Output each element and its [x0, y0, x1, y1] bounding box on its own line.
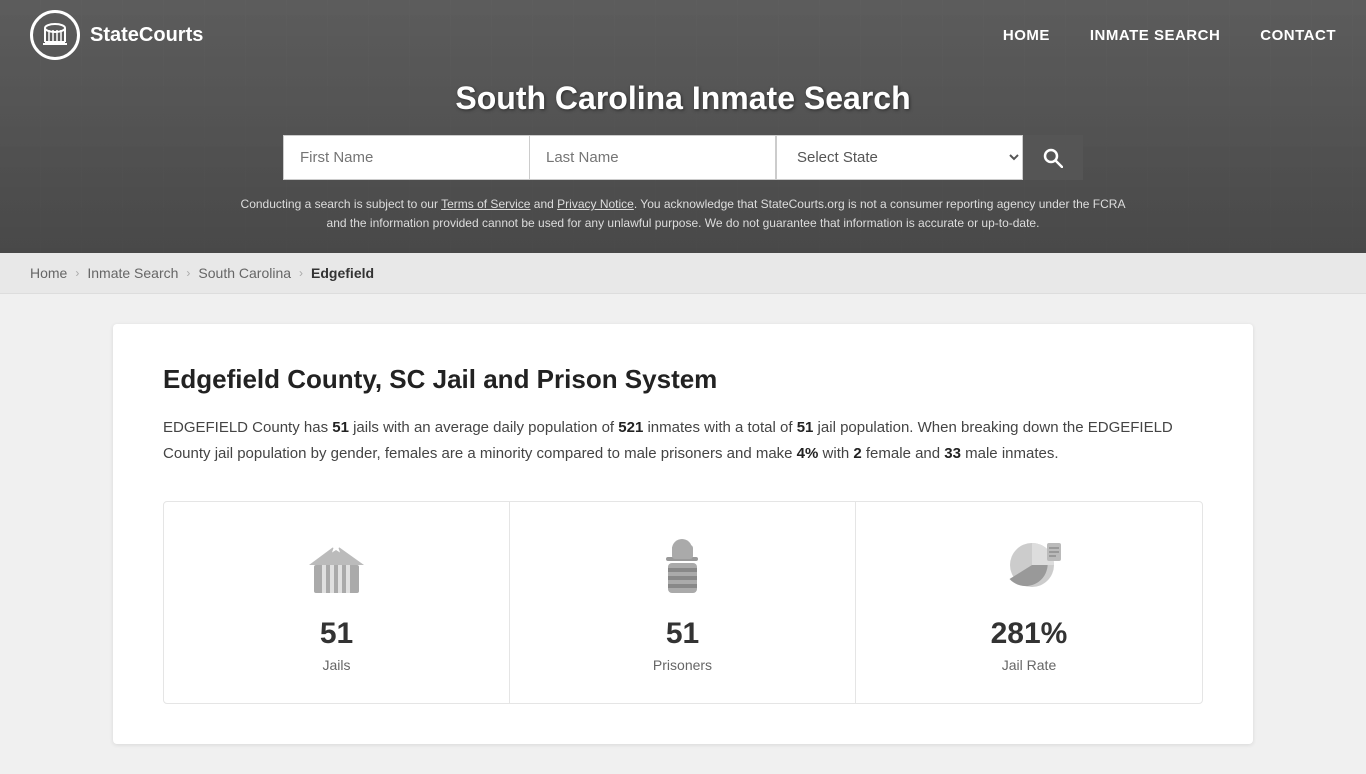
breadcrumb-home[interactable]: Home — [30, 265, 67, 281]
breadcrumb-south-carolina[interactable]: South Carolina — [198, 265, 291, 281]
disclaimer-text: Conducting a search is subject to our Te… — [233, 195, 1133, 233]
logo-text: StateCourts — [90, 24, 203, 47]
header: StateCourts HOME INMATE SEARCH CONTACT S… — [0, 0, 1366, 253]
logo-icon — [30, 10, 80, 60]
stat-jail-rate: 281% Jail Rate — [856, 502, 1202, 703]
main-content: Edgefield County, SC Jail and Prison Sys… — [83, 324, 1283, 744]
terms-link[interactable]: Terms of Service — [441, 197, 530, 211]
stat-jails-label: Jails — [322, 657, 350, 673]
breadcrumb-sep-1: › — [75, 266, 79, 280]
stat-jails-number: 51 — [320, 617, 353, 651]
stat-jail-rate-label: Jail Rate — [1002, 657, 1056, 673]
stat-prisoners: 51 Prisoners — [510, 502, 856, 703]
search-button[interactable] — [1023, 135, 1083, 180]
nav-inmate-search[interactable]: INMATE SEARCH — [1090, 27, 1220, 44]
stat-jail-rate-number: 281% — [991, 617, 1068, 651]
breadcrumb-sep-2: › — [186, 266, 190, 280]
chart-icon — [994, 532, 1064, 602]
card-title: Edgefield County, SC Jail and Prison Sys… — [163, 364, 1203, 395]
stat-prisoners-label: Prisoners — [653, 657, 712, 673]
navigation: StateCourts HOME INMATE SEARCH CONTACT — [0, 0, 1366, 70]
jail-icon — [302, 532, 372, 602]
nav-links: HOME INMATE SEARCH CONTACT — [1003, 27, 1336, 44]
nav-home[interactable]: HOME — [1003, 27, 1050, 44]
info-card: Edgefield County, SC Jail and Prison Sys… — [113, 324, 1253, 744]
stat-jails: 51 Jails — [164, 502, 510, 703]
stats-grid: 51 Jails — [163, 501, 1203, 704]
search-bar: Select State Alabama Alaska Arizona Arka… — [283, 135, 1083, 180]
breadcrumb-current: Edgefield — [311, 265, 374, 281]
card-description: EDGEFIELD County has 51 jails with an av… — [163, 415, 1203, 466]
nav-contact[interactable]: CONTACT — [1260, 27, 1336, 44]
state-select[interactable]: Select State Alabama Alaska Arizona Arka… — [776, 135, 1023, 180]
breadcrumb-sep-3: › — [299, 266, 303, 280]
privacy-link[interactable]: Privacy Notice — [557, 197, 634, 211]
stat-prisoners-number: 51 — [666, 617, 699, 651]
logo[interactable]: StateCourts — [30, 10, 203, 60]
hero-section: South Carolina Inmate Search Select Stat… — [0, 70, 1366, 253]
breadcrumb: Home › Inmate Search › South Carolina › … — [0, 253, 1366, 294]
prisoner-icon — [648, 532, 718, 602]
breadcrumb-inmate-search[interactable]: Inmate Search — [87, 265, 178, 281]
hero-title: South Carolina Inmate Search — [20, 80, 1346, 117]
first-name-input[interactable] — [283, 135, 529, 180]
header-content: StateCourts HOME INMATE SEARCH CONTACT S… — [0, 0, 1366, 253]
last-name-input[interactable] — [529, 135, 776, 180]
